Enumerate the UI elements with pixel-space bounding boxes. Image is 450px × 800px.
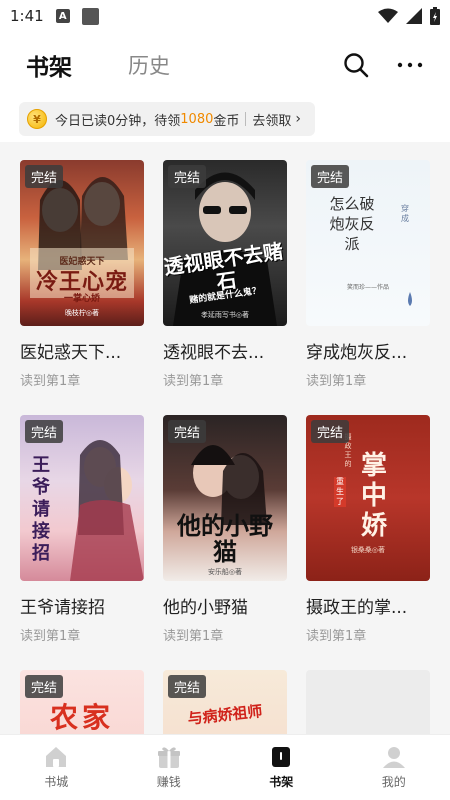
banner-divider <box>245 112 247 126</box>
banner-container: ¥ 今日已读0分钟，待领 1080 金币 去领取 › <box>0 98 450 142</box>
notification-a-icon: A <box>55 9 70 23</box>
completed-badge: 完结 <box>25 675 64 698</box>
cover-main-title: 他的小野猫 <box>177 511 273 566</box>
banner-text-prefix: 今日已读0分钟，待领 <box>55 113 181 129</box>
nav-label: 赚钱 <box>156 775 181 789</box>
book-title: 透视眼不去... <box>163 343 265 363</box>
status-time: 1:41 <box>10 7 44 25</box>
cover-main-title: 王爷请接招 <box>32 455 50 564</box>
book-title: 王爷请接招 <box>20 598 105 618</box>
cover-subtitle: 重生了 <box>334 477 346 507</box>
book-item[interactable]: 王爷请接招 完结 王爷请接招 读到第1章 <box>20 415 144 644</box>
completed-badge: 完结 <box>168 675 207 698</box>
nav-earn[interactable]: 赚钱 <box>113 735 226 800</box>
book-cover[interactable]: 农家 完结 <box>20 670 144 734</box>
book-icon <box>272 747 291 767</box>
nav-label: 书架 <box>269 775 294 789</box>
book-title: 医妃惑天下... <box>20 343 122 363</box>
nav-label: 书城 <box>44 775 69 789</box>
notification-square-icon <box>81 7 99 25</box>
tab-history[interactable]: 历史 <box>128 50 170 80</box>
chevron-right-icon: › <box>295 111 302 127</box>
book-title: 穿成炮灰反... <box>306 343 408 363</box>
cover-main-title: 农家 <box>49 701 114 734</box>
more-dots-icon <box>397 62 423 68</box>
cover-author: 晚枝柠◎著 <box>64 309 100 317</box>
cover-author: 孝延雨写书◎著 <box>200 311 250 319</box>
reading-reward-banner[interactable]: ¥ 今日已读0分钟，待领 1080 金币 去领取 › <box>19 102 315 136</box>
bookshelf-grid: 医妃惑天下 冷王心宠 一掌心娇 晚枝柠◎著 完结 医妃惑天下... 读到第1章 … <box>0 142 450 734</box>
book-item[interactable]: 与病娇祖师 完结 <box>163 670 287 734</box>
book-progress: 读到第1章 <box>163 629 224 644</box>
nav-profile[interactable]: 我的 <box>338 735 450 800</box>
book-cover[interactable]: 怎么破炮灰反派 穿成 笑而珍——作品 完结 <box>306 160 430 326</box>
book-item[interactable]: 他的小野猫 安乐船◎著 完结 他的小野猫 读到第1章 <box>163 415 287 644</box>
search-icon <box>344 53 369 78</box>
cover-author: 银桑桑◎著 <box>350 546 386 554</box>
book-cover[interactable]: 透视眼不去赌石 赌的就是什么鬼？ 孝延雨写书◎著 完结 <box>163 160 287 326</box>
cover-author: 安乐船◎著 <box>207 568 243 576</box>
book-title: 摄政王的掌... <box>306 598 408 618</box>
home-icon <box>46 747 67 767</box>
completed-badge: 完结 <box>311 165 350 188</box>
completed-badge: 完结 <box>311 420 350 443</box>
cover-main-title: 掌中娇 <box>360 451 387 541</box>
completed-badge: 完结 <box>168 165 207 188</box>
add-book-placeholder[interactable] <box>306 670 430 734</box>
search-button[interactable] <box>342 51 370 79</box>
book-progress: 读到第1章 <box>306 629 367 644</box>
banner-coin-amount: 1080 <box>180 111 214 127</box>
book-progress: 读到第1章 <box>163 374 224 389</box>
book-progress: 读到第1章 <box>20 374 81 389</box>
book-item[interactable]: 农家 完结 <box>20 670 144 734</box>
signal-icon <box>406 8 422 24</box>
coin-icon: ¥ <box>27 109 47 129</box>
wifi-icon <box>378 8 398 23</box>
completed-badge: 完结 <box>25 420 64 443</box>
cover-main-title: 与病娇祖师 <box>186 702 264 728</box>
banner-text-suffix: 金币 <box>213 113 240 129</box>
book-progress: 读到第1章 <box>20 629 81 644</box>
book-cover[interactable]: 他的小野猫 安乐船◎著 完结 <box>163 415 287 581</box>
book-cover[interactable]: 与病娇祖师 完结 <box>163 670 287 734</box>
book-cover[interactable]: 王爷请接招 完结 <box>20 415 144 581</box>
battery-icon <box>430 7 440 25</box>
status-bar: 1:41 A <box>0 0 450 32</box>
book-cover[interactable]: 医妃惑天下 冷王心宠 一掌心娇 晚枝柠◎著 完结 <box>20 160 144 326</box>
tab-bookshelf[interactable]: 书架 <box>26 48 72 82</box>
banner-claim-link[interactable]: 去领取 <box>252 110 291 129</box>
header: 书架 历史 <box>0 32 450 98</box>
completed-badge: 完结 <box>168 420 207 443</box>
book-item[interactable]: 摄政王的 掌中娇 重生了 银桑桑◎著 完结 摄政王的掌... 读到第1章 <box>306 415 430 644</box>
book-cover[interactable]: 摄政王的 掌中娇 重生了 银桑桑◎著 完结 <box>306 415 430 581</box>
placeholder-cover[interactable] <box>306 670 430 734</box>
nav-bookstore[interactable]: 书城 <box>0 735 113 800</box>
book-item[interactable]: 医妃惑天下 冷王心宠 一掌心娇 晚枝柠◎著 完结 医妃惑天下... 读到第1章 <box>20 160 144 389</box>
bottom-navigation: 书城 赚钱 书架 我的 <box>0 734 450 800</box>
nav-bookshelf[interactable]: 书架 <box>225 735 338 800</box>
completed-badge: 完结 <box>25 165 64 188</box>
book-item[interactable]: 怎么破炮灰反派 穿成 笑而珍——作品 完结 穿成炮灰反... 读到第1章 <box>306 160 430 389</box>
profile-icon <box>382 747 405 768</box>
gift-icon <box>157 747 180 768</box>
nav-label: 我的 <box>381 775 406 789</box>
book-progress: 读到第1章 <box>306 374 367 389</box>
more-button[interactable] <box>396 51 424 79</box>
cover-subtitle: 一掌心娇 <box>63 294 100 304</box>
book-title: 他的小野猫 <box>163 598 248 618</box>
book-item[interactable]: 透视眼不去赌石 赌的就是什么鬼？ 孝延雨写书◎著 完结 透视眼不去... 读到第… <box>163 160 287 389</box>
